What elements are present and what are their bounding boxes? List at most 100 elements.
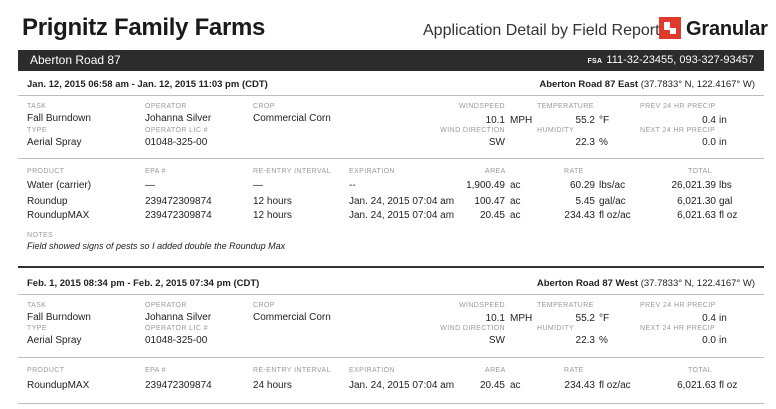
product-total-unit: lbs [719,180,732,191]
product-area-unit: ac [510,196,521,207]
windspeed-label: WINDSPEED [459,103,505,110]
temperature-value: 55.2 [575,115,595,126]
notes-label: NOTES [27,232,54,239]
fsa-numbers: FSA 111-32-23455, 093-327-93457 [587,54,754,66]
product-name: Water (carrier) [27,180,92,191]
application-date-range: Feb. 1, 2015 08:34 pm - Feb. 2, 2015 07:… [27,278,260,289]
fsa-value: 111-32-23455, 093-327-93457 [606,54,754,66]
area-col-header: AREA [485,367,506,374]
operator-value: Johanna Silver [145,113,212,124]
humidity-label: HUMIDITY [537,325,575,332]
product-area: 100.47 [474,196,505,207]
prev-precip-unit: in [719,115,727,126]
reentry-col-header: RE-ENTRY INTERVAL [253,168,331,175]
task-value: Fall Burndown [27,312,91,323]
section-divider [18,266,764,268]
product-epa: 239472309874 [145,380,212,391]
windspeed-value: 10.1 [485,313,505,324]
coordinates: (37.7833° N, 122.4167° W) [640,278,755,289]
expiration-col-header: EXPIRATION [349,168,395,175]
type-label: TYPE [27,325,47,332]
windspeed-label: WINDSPEED [459,302,505,309]
operator-lic-label: OPERATOR LIC # [145,127,208,134]
brand-name: Granular [686,18,768,40]
next-precip-unit: in [719,335,727,346]
product-rate-unit: fl oz/ac [599,210,631,221]
prev-precip-label: PREV 24 HR PRECIP [640,302,716,309]
product-col-header: PRODUCT [27,168,65,175]
subfield-name: Aberton Road 87 East [539,79,639,90]
crop-value: Commercial Corn [253,113,331,124]
product-col-header: PRODUCT [27,367,65,374]
subfield-name: Aberton Road 87 West [536,278,639,289]
divider [18,158,764,159]
product-total-unit: fl oz [719,380,738,391]
operator-label: OPERATOR [145,302,187,309]
product-reentry: 12 hours [253,196,292,207]
type-value: Aerial Spray [27,137,82,148]
operator-label: OPERATOR [145,103,187,110]
product-area-unit: ac [510,380,521,391]
windspeed-unit: MPH [510,313,533,324]
product-rate-unit: fl oz/ac [599,380,631,391]
windspeed-unit: MPH [510,115,533,126]
total-col-header: TOTAL [688,168,712,175]
prev-precip-label: PREV 24 HR PRECIP [640,103,716,110]
humidity-unit: % [599,137,608,148]
product-rate: 234.43 [564,380,595,391]
product-total: 26,021.39 [671,180,717,191]
humidity-label: HUMIDITY [537,127,575,134]
windspeed-value: 10.1 [485,115,505,126]
wind-direction-value: SW [488,137,505,148]
product-total: 6,021.63 [677,210,716,221]
application-location: Aberton Road 87 West (37.7833° N, 122.41… [537,278,755,289]
product-rate: 234.43 [564,210,595,221]
product-rate-unit: gal/ac [599,196,626,207]
operator-value: Johanna Silver [145,312,212,323]
product-total-unit: gal [719,196,733,207]
product-area: 20.45 [479,380,505,391]
product-epa: — [145,180,155,191]
temperature-label: TEMPERATURE [537,103,594,110]
total-col-header: TOTAL [688,367,712,374]
operator-lic-value: 01048-325-00 [145,137,208,148]
divider [18,357,764,358]
product-area-unit: ac [510,210,521,221]
humidity-value: 22.3 [575,335,595,346]
operator-lic-value: 01048-325-00 [145,335,208,346]
epa-col-header: EPA # [145,367,166,374]
product-expiration: Jan. 24, 2015 07:04 am [349,210,455,221]
rate-col-header: RATE [564,168,584,175]
field-name: Aberton Road 87 [30,53,121,67]
product-rate: 60.29 [569,180,595,191]
product-area: 1,900.49 [466,180,505,191]
product-reentry: 24 hours [253,380,292,391]
product-total: 6,021.63 [677,380,716,391]
next-precip-label: NEXT 24 HR PRECIP [640,127,716,134]
application-location: Aberton Road 87 East (37.7833° N, 122.41… [539,79,755,90]
application-date-range: Jan. 12, 2015 06:58 am - Jan. 12, 2015 1… [27,79,268,90]
notes-text: Field showed signs of pests so I added d… [27,241,286,251]
product-rate-unit: lbs/ac [599,180,626,191]
fsa-label: FSA [587,58,603,65]
crop-label: CROP [253,103,275,110]
prev-precip-unit: in [719,313,727,324]
humidity-unit: % [599,335,608,346]
product-area: 20.45 [479,210,505,221]
expiration-col-header: EXPIRATION [349,367,395,374]
type-value: Aerial Spray [27,335,82,346]
temperature-value: 55.2 [575,313,595,324]
rate-col-header: RATE [564,367,584,374]
next-precip-value: 0.0 [702,137,716,148]
divider [18,403,764,404]
product-reentry: — [253,180,263,191]
task-label: TASK [27,302,47,309]
temperature-unit: °F [599,313,610,324]
wind-direction-value: SW [488,335,505,346]
area-col-header: AREA [485,168,506,175]
operator-lic-label: OPERATOR LIC # [145,325,208,332]
product-rate: 5.45 [575,196,595,207]
coordinates: (37.7833° N, 122.4167° W) [640,79,755,90]
epa-col-header: EPA # [145,168,166,175]
product-area-unit: ac [510,180,521,191]
